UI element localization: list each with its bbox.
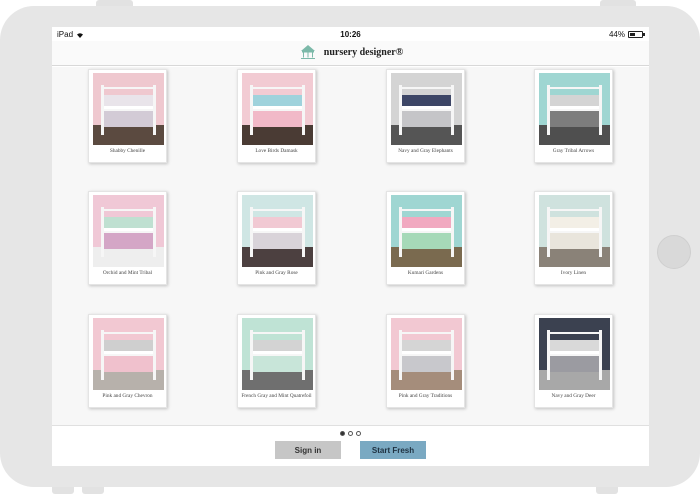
design-card[interactable]: Orchid and Mint Tribal bbox=[88, 191, 167, 285]
crib-photo bbox=[391, 73, 462, 145]
bottom-bar: Sign in Start Fresh bbox=[52, 425, 649, 466]
design-name: Ivory Linen bbox=[560, 270, 587, 276]
design-name: Orchid and Mint Tribal bbox=[102, 270, 153, 276]
status-bar: iPad 10:26 44% bbox=[52, 27, 649, 41]
crib-photo bbox=[242, 318, 313, 390]
crib-photo bbox=[93, 318, 164, 390]
design-card[interactable]: Navy and Gray Elephants bbox=[386, 69, 465, 163]
design-card[interactable]: Pink and Gray Chevron bbox=[88, 314, 167, 408]
design-card[interactable]: Pink and Gray Traditions bbox=[386, 314, 465, 408]
page-dot[interactable] bbox=[356, 431, 361, 436]
design-name: Gray Tribal Arrows bbox=[552, 148, 595, 154]
crib-photo bbox=[391, 195, 462, 267]
design-name: Love Birds Damask bbox=[255, 148, 298, 154]
design-name: French Gray and Mint Quatrefoil bbox=[241, 393, 312, 399]
design-name: Pink and Gray Rose bbox=[255, 270, 298, 276]
sign-in-button[interactable]: Sign in bbox=[275, 441, 341, 459]
carousel-logo-icon bbox=[300, 45, 315, 59]
design-card[interactable]: Navy and Gray Deer bbox=[534, 314, 613, 408]
home-button[interactable] bbox=[657, 235, 691, 269]
crib-photo bbox=[93, 195, 164, 267]
design-card[interactable]: Gray Tribal Arrows bbox=[534, 69, 613, 163]
volume-button bbox=[96, 0, 133, 6]
crib-photo bbox=[539, 73, 610, 145]
design-grid: Shabby Chenille Love Birds Damask Navy and… bbox=[52, 67, 649, 425]
design-card[interactable]: French Gray and Mint Quatrefoil bbox=[237, 314, 316, 408]
page-dot[interactable] bbox=[340, 431, 345, 436]
start-fresh-button[interactable]: Start Fresh bbox=[360, 441, 426, 459]
crib-photo bbox=[242, 195, 313, 267]
design-card[interactable]: Shabby Chenille bbox=[88, 69, 167, 163]
page-dot[interactable] bbox=[348, 431, 353, 436]
bottom-port bbox=[596, 487, 618, 494]
design-card[interactable]: Pink and Gray Rose bbox=[237, 191, 316, 285]
crib-photo bbox=[539, 318, 610, 390]
design-name: Navy and Gray Elephants bbox=[398, 148, 453, 154]
crib-photo bbox=[242, 73, 313, 145]
design-name: Pink and Gray Traditions bbox=[398, 393, 453, 399]
nav-bar: nursery designer® bbox=[52, 41, 649, 66]
bottom-port bbox=[82, 487, 104, 494]
design-card[interactable]: Ivory Linen bbox=[534, 191, 613, 285]
page-indicator[interactable] bbox=[52, 431, 649, 436]
design-name: Kumari Gardens bbox=[407, 270, 444, 276]
battery-percent: 44% bbox=[608, 30, 625, 39]
design-card[interactable]: Love Birds Damask bbox=[237, 69, 316, 163]
clock: 10:26 bbox=[340, 30, 361, 39]
screen: iPad 10:26 44% nursery designer® Shabby … bbox=[52, 27, 649, 466]
app-title: nursery designer® bbox=[323, 46, 404, 58]
design-name: Pink and Gray Chevron bbox=[102, 393, 153, 399]
design-name: Navy and Gray Deer bbox=[551, 393, 596, 399]
crib-photo bbox=[539, 195, 610, 267]
crib-photo bbox=[93, 73, 164, 145]
design-name: Shabby Chenille bbox=[109, 148, 146, 154]
crib-photo bbox=[391, 318, 462, 390]
design-card[interactable]: Kumari Gardens bbox=[386, 191, 465, 285]
power-button bbox=[600, 0, 636, 6]
bottom-port bbox=[52, 487, 74, 494]
battery-icon bbox=[628, 31, 645, 38]
